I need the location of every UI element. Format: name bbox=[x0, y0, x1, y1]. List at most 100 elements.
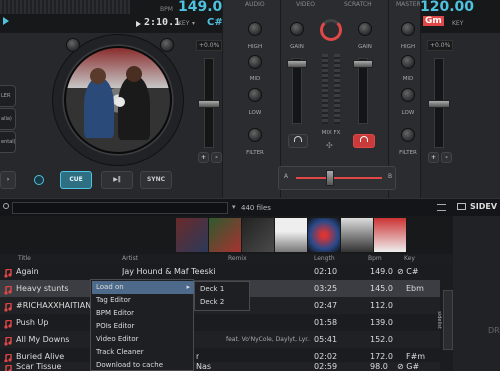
eq-right-high-knob[interactable] bbox=[401, 22, 415, 36]
eq-right-mid-label: MID bbox=[402, 76, 414, 82]
channel-left-fader-handle[interactable] bbox=[287, 60, 307, 68]
gain-right-label: GAIN bbox=[358, 44, 372, 50]
load-on-submenu: Deck 1 Deck 2 bbox=[194, 281, 250, 311]
table-row[interactable]: Scar Tissue Nas 02:59 98.0 ⊘ G# bbox=[0, 362, 440, 371]
eq-left-filter-knob[interactable] bbox=[248, 128, 262, 142]
deck1-key-label: KEY bbox=[178, 20, 190, 27]
menu-item-track-cleaner[interactable]: Track Cleaner bbox=[92, 346, 194, 359]
search-dropdown-icon[interactable]: ▾ bbox=[232, 203, 236, 211]
eq-left-mid-knob[interactable] bbox=[248, 55, 262, 69]
camera-icon[interactable] bbox=[457, 203, 466, 210]
deck1-play-pause-button[interactable]: ▶‖ bbox=[101, 171, 133, 189]
eq-left-high-knob[interactable] bbox=[248, 22, 262, 36]
crossfader-b-label: B bbox=[388, 173, 393, 180]
crossfader-line bbox=[296, 177, 382, 179]
music-note-icon bbox=[4, 363, 12, 371]
headphone-left-button[interactable] bbox=[288, 134, 308, 148]
crossfader-a-label: A bbox=[284, 173, 289, 180]
menu-item-download-to-cache[interactable]: Download to cache bbox=[92, 359, 194, 371]
gain-right-knob[interactable] bbox=[358, 22, 372, 36]
mix-fx-label: MIX FX bbox=[321, 130, 341, 136]
sidelist-tab[interactable]: sidelist bbox=[436, 290, 453, 350]
eq-left-filter-label: FILTER bbox=[246, 150, 264, 156]
eq-left-mid-label: MID bbox=[249, 76, 261, 82]
eq-right-filter-knob[interactable] bbox=[401, 128, 415, 142]
deck1-bpm-label: BPM bbox=[160, 6, 173, 13]
menu-item-load-on[interactable]: Load on ▸ bbox=[92, 281, 194, 294]
search-input[interactable] bbox=[12, 202, 228, 214]
album-thumb-4[interactable] bbox=[275, 218, 307, 252]
album-thumb-1[interactable] bbox=[176, 218, 208, 252]
submenu-item-deck-1[interactable]: Deck 1 bbox=[196, 283, 250, 296]
music-note-icon bbox=[4, 284, 12, 295]
album-thumb-6[interactable] bbox=[341, 218, 373, 252]
deck1-prev-button[interactable]: › bbox=[0, 171, 16, 189]
menu-item-label: Load on bbox=[96, 283, 124, 291]
album-thumb-5[interactable] bbox=[308, 218, 340, 252]
deck2-key-label: KEY bbox=[452, 20, 464, 27]
deck1-side-button-2[interactable]: alla) bbox=[0, 108, 16, 130]
deck1-pitch-plus-button[interactable]: + bbox=[198, 152, 209, 163]
deck1-side-button-3[interactable]: ental) bbox=[0, 131, 16, 153]
track-length: 03:25 bbox=[314, 284, 338, 293]
music-note-icon bbox=[4, 301, 12, 312]
deck1-fx-knob[interactable] bbox=[160, 38, 174, 52]
table-row[interactable]: Again Jay Hound & Maf Teeski 02:10 149.0… bbox=[0, 263, 440, 280]
menu-item-pois-editor[interactable]: POIs Editor bbox=[92, 320, 194, 333]
deck2-pitch-plus-button[interactable]: + bbox=[428, 152, 439, 163]
deck1-pitch-value: +0.0% bbox=[196, 40, 223, 51]
gain-left-knob[interactable] bbox=[290, 22, 304, 36]
deck2-pitch-minus-button[interactable]: - bbox=[441, 152, 452, 163]
deck1-pitch-minus-button[interactable]: - bbox=[211, 152, 222, 163]
submenu-item-deck-2[interactable]: Deck 2 bbox=[196, 296, 250, 309]
deck1-key-value[interactable]: C# bbox=[207, 17, 223, 28]
crossfader-handle[interactable] bbox=[326, 170, 334, 186]
eq-left-low-knob[interactable] bbox=[248, 88, 262, 102]
channel-right-fader-handle[interactable] bbox=[353, 60, 373, 68]
deck1-loop-knob[interactable] bbox=[66, 38, 80, 52]
deck1-cue-button[interactable]: CUE bbox=[60, 171, 92, 189]
headphone-icon bbox=[360, 136, 368, 142]
track-bpm: 98.0 bbox=[370, 362, 388, 371]
sideview-panel bbox=[453, 198, 500, 371]
mixer-tab-audio[interactable]: AUDIO bbox=[245, 1, 265, 8]
search-icon[interactable] bbox=[3, 203, 9, 209]
album-thumb-3[interactable] bbox=[242, 218, 274, 252]
deck1-time: 2:10.1 bbox=[144, 17, 181, 28]
deck1-pitch-handle[interactable] bbox=[198, 100, 220, 108]
eq-right-high-label: HIGH bbox=[400, 44, 416, 50]
track-length: 02:59 bbox=[314, 362, 338, 371]
deck1-sync-button[interactable]: SYNC bbox=[140, 171, 172, 189]
music-note-icon bbox=[4, 352, 12, 363]
deck1-key-dropdown-icon[interactable]: ▾ bbox=[192, 20, 195, 27]
deck1-waveform[interactable] bbox=[0, 0, 130, 14]
eq-right-low-knob[interactable] bbox=[401, 88, 415, 102]
deck1-target-icon[interactable] bbox=[34, 175, 44, 185]
track-bpm: 145.0 bbox=[370, 284, 393, 293]
files-count: 440 files bbox=[241, 204, 271, 212]
track-title: Scar Tissue bbox=[16, 362, 62, 371]
list-menu-icon[interactable] bbox=[437, 204, 446, 211]
menu-item-bpm-editor[interactable]: BPM Editor bbox=[92, 307, 194, 320]
deck2-pitch-handle[interactable] bbox=[428, 100, 450, 108]
headphone-right-button[interactable] bbox=[353, 134, 375, 148]
mixer-tab-scratch[interactable]: SCRATCH bbox=[344, 1, 372, 8]
table-row[interactable]: All My Downs feat. Vo'NyCole, Daylyt, Ly… bbox=[0, 331, 440, 348]
eq-right-mid-knob[interactable] bbox=[401, 55, 415, 69]
menu-item-video-editor[interactable]: Video Editor bbox=[92, 333, 194, 346]
mixer-tab-master[interactable]: MASTER bbox=[396, 1, 421, 8]
context-menu: Load on ▸ Tag Editor BPM Editor POIs Edi… bbox=[90, 279, 194, 371]
sideview-drop-text: DR bbox=[488, 326, 500, 335]
album-thumb-2[interactable] bbox=[209, 218, 241, 252]
menu-item-tag-editor[interactable]: Tag Editor bbox=[92, 294, 194, 307]
deck2-key-value[interactable]: Gm bbox=[423, 16, 444, 26]
table-row[interactable]: Push Up 01:58 139.0 bbox=[0, 314, 440, 331]
mixer-tab-video[interactable]: VIDEO bbox=[296, 1, 315, 8]
eq-right-low-label: LOW bbox=[401, 110, 415, 116]
album-thumb-7[interactable] bbox=[374, 218, 406, 252]
music-note-icon bbox=[4, 335, 12, 346]
deck1-side-button-1[interactable]: LER bbox=[0, 85, 16, 107]
deck2-bpm-value[interactable]: 120.00 bbox=[420, 0, 474, 15]
track-length: 02:10 bbox=[314, 267, 338, 276]
mixer-settings-icon[interactable]: ✣ bbox=[326, 141, 334, 150]
